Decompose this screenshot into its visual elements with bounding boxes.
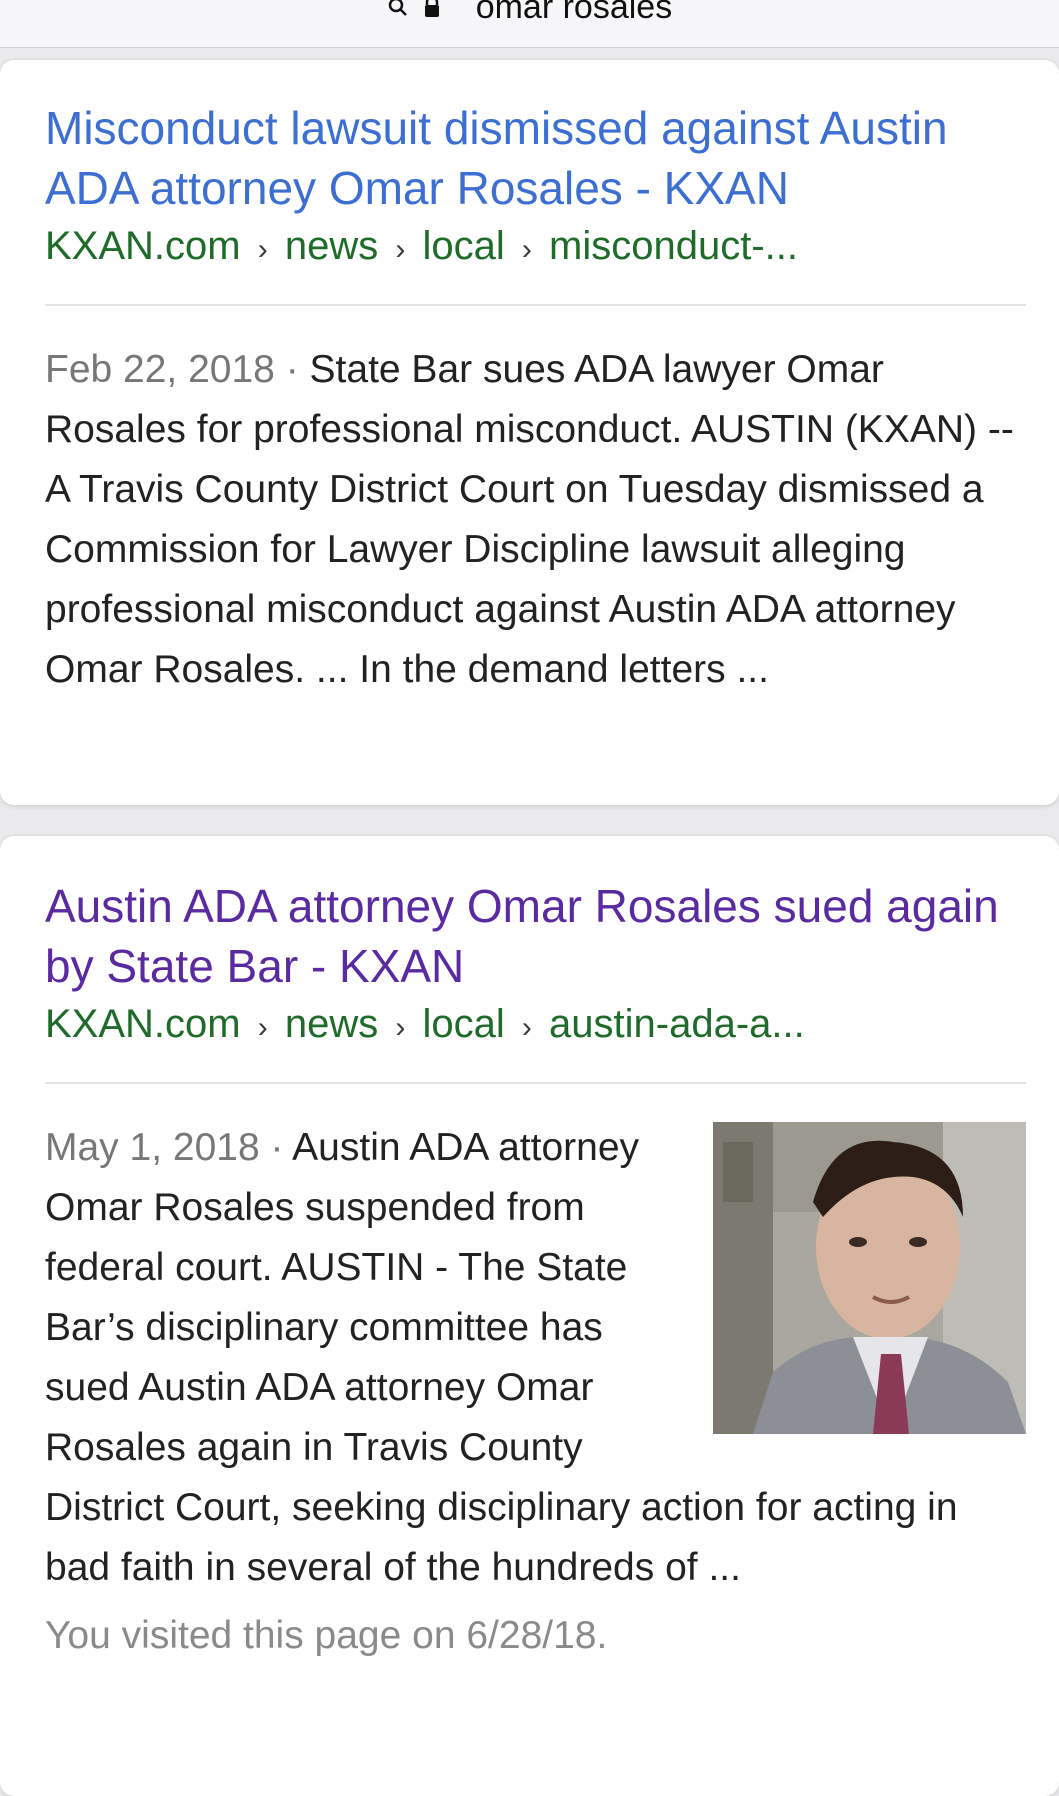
chevron-right-icon: › (257, 1011, 268, 1044)
breadcrumb-part: local (422, 1002, 505, 1046)
result-title-link[interactable]: Austin ADA attorney Omar Rosales sued ag… (45, 836, 1026, 996)
breadcrumb-part: news (284, 224, 379, 268)
divider (45, 1082, 1026, 1084)
divider (45, 304, 1026, 306)
result-body: May 1, 2018 · Austin ADA attorney Omar R… (45, 1118, 1026, 1598)
lock-icon (424, 0, 440, 27)
chevron-right-icon: › (257, 233, 268, 266)
search-result-card: Misconduct lawsuit dismissed against Aus… (0, 60, 1059, 805)
chevron-right-icon: › (521, 1011, 532, 1044)
person-photo-image (713, 1122, 1026, 1434)
date-separator: · (274, 348, 310, 391)
address-bar-content: omar rosales (0, 0, 1059, 27)
chevron-right-icon: › (395, 233, 406, 266)
search-result-card: Austin ADA attorney Omar Rosales sued ag… (0, 836, 1059, 1796)
address-bar-query: omar rosales (475, 0, 673, 26)
breadcrumb-part: local (422, 224, 505, 268)
result-breadcrumb[interactable]: KXAN.com › news › local › misconduct-... (45, 218, 1026, 278)
date-separator: · (259, 1126, 293, 1169)
breadcrumb-part: misconduct-... (549, 224, 798, 268)
snippet-text: State Bar sues ADA lawyer Omar Rosales f… (45, 348, 1014, 691)
result-title-link[interactable]: Misconduct lawsuit dismissed against Aus… (45, 60, 1026, 218)
result-snippet: Feb 22, 2018 · State Bar sues ADA lawyer… (45, 340, 1026, 700)
result-thumbnail[interactable] (713, 1122, 1026, 1434)
visited-notice: You visited this page on 6/28/18. (45, 1614, 608, 1657)
result-date: Feb 22, 2018 (45, 348, 275, 391)
search-icon (387, 0, 409, 27)
chevron-right-icon: › (395, 1011, 406, 1044)
breadcrumb-part: austin-ada-a... (549, 1002, 805, 1046)
address-bar[interactable]: omar rosales (0, 0, 1059, 48)
breadcrumb-part: news (284, 1002, 379, 1046)
breadcrumb-site: KXAN.com (45, 1002, 241, 1046)
result-breadcrumb[interactable]: KXAN.com › news › local › austin-ada-a..… (45, 996, 1026, 1056)
breadcrumb-site: KXAN.com (45, 224, 241, 268)
chevron-right-icon: › (521, 233, 532, 266)
result-date: May 1, 2018 (45, 1126, 260, 1169)
